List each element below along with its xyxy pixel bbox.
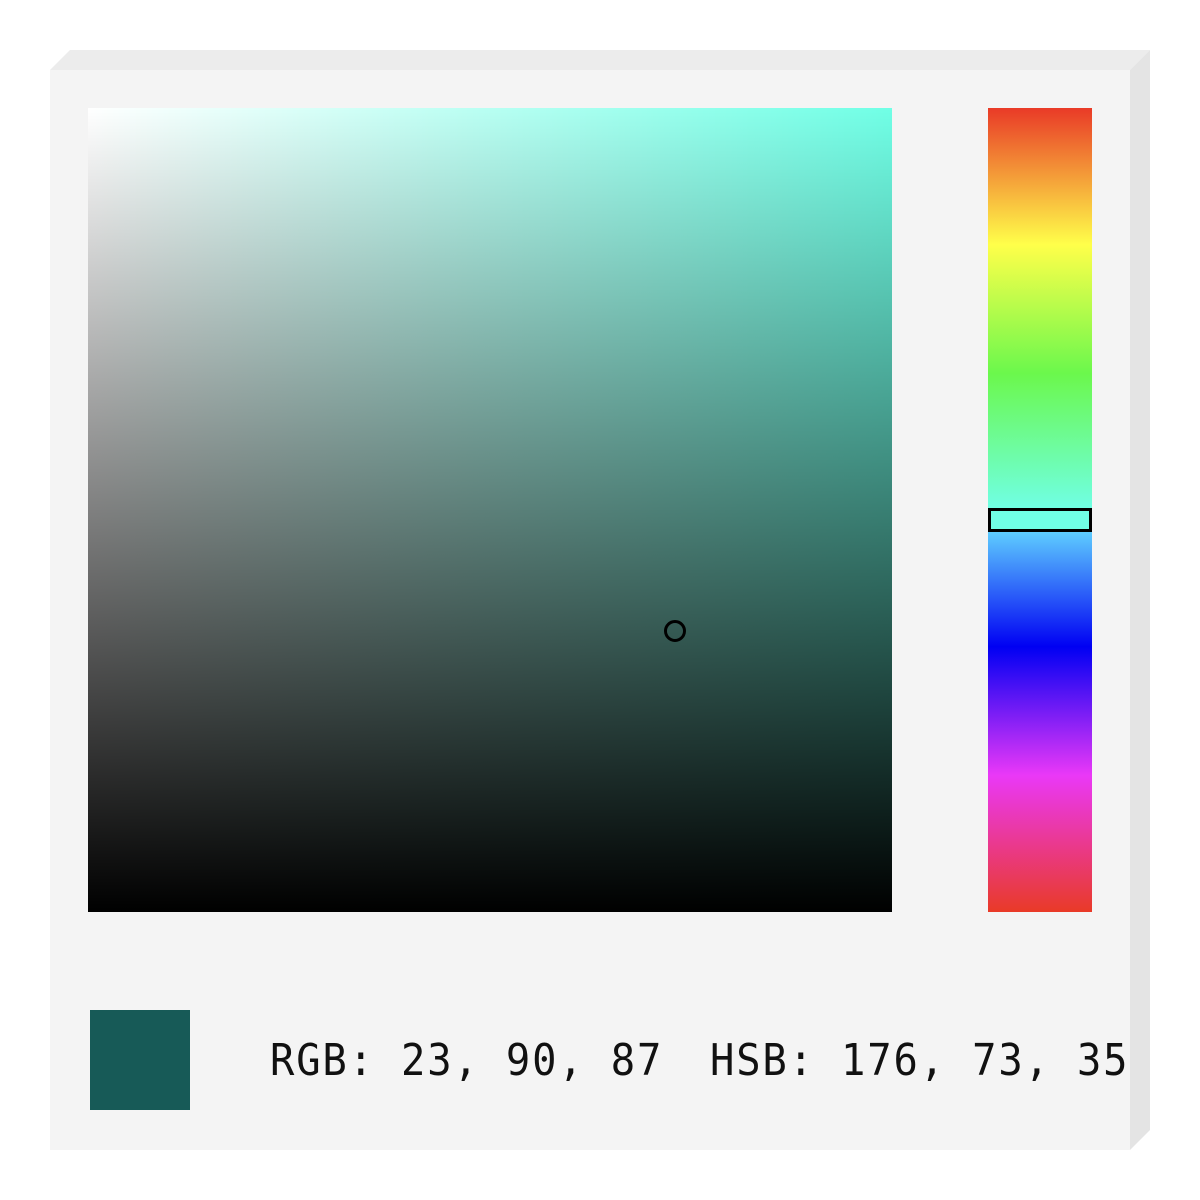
color-selector-cursor[interactable] bbox=[663, 619, 686, 642]
hue-slider-handle[interactable] bbox=[988, 507, 1092, 532]
color-picker-window: RGB: 23, 90, 87 HSB: 176, 73, 35 bbox=[0, 0, 1200, 1200]
hsb-readout: HSB: 176, 73, 35 bbox=[710, 1035, 1130, 1086]
panel-top-edge bbox=[50, 50, 1150, 70]
saturation-brightness-field[interactable] bbox=[88, 108, 892, 912]
brightness-gradient bbox=[88, 108, 892, 912]
current-color-swatch bbox=[90, 1010, 190, 1110]
hue-slider[interactable] bbox=[988, 108, 1092, 912]
color-picker-panel: RGB: 23, 90, 87 HSB: 176, 73, 35 bbox=[50, 70, 1130, 1150]
panel-side-edge bbox=[1130, 50, 1150, 1150]
rgb-readout: RGB: 23, 90, 87 bbox=[270, 1035, 664, 1086]
